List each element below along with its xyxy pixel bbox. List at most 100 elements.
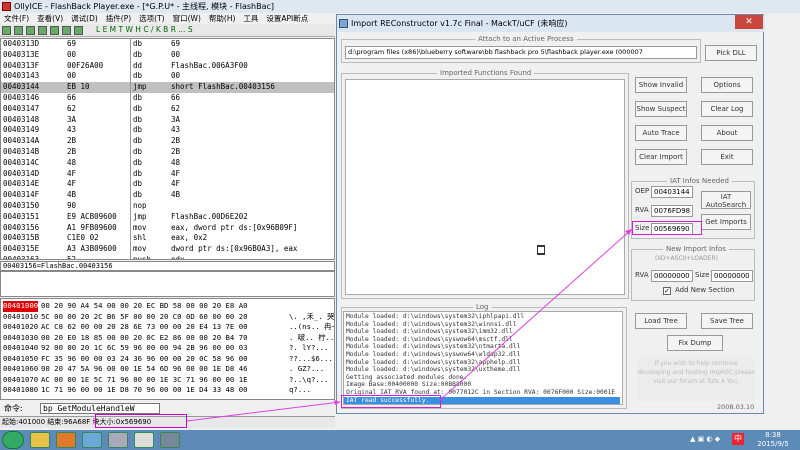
disasm-row[interactable]: 00403163 52 push edx (1, 255, 334, 260)
ime-indicator[interactable]: 中 (732, 433, 744, 445)
iat-autosearch-button[interactable]: IAT AutoSearch (701, 191, 751, 209)
ollyice-icon[interactable] (108, 432, 128, 448)
new-size-field[interactable]: 00000000 (711, 270, 753, 282)
disasm-row[interactable]: 0040314C 48 db 48 (1, 157, 334, 169)
process-select[interactable]: d:\program files (x86)\blueberry softwar… (345, 46, 697, 59)
hex-dump-pane[interactable]: 00401000 00 20 90 A4 54 00 00 20 EC BD 58… (0, 298, 335, 400)
disasm-row[interactable]: 0040314D 4F db 4F (1, 169, 334, 180)
dump-row[interactable]: 00401070 AC 00 00 1E 5C 71 96 00 00 1E 3C… (1, 375, 334, 386)
menu-item[interactable]: 插件(P) (102, 13, 135, 24)
add-new-section-checkbox[interactable]: ✓ (663, 287, 671, 295)
disasm-row[interactable]: 00403156 A1 9FB09600 mov eax, dword ptr ds:… (1, 223, 334, 234)
disasm-row[interactable]: 0040313E 00 db 00 (1, 50, 334, 61)
new-rva-field[interactable]: 00000000 (651, 270, 693, 282)
media-player-icon[interactable] (56, 432, 76, 448)
clock-time: 8:38 (765, 431, 781, 439)
menu-item[interactable]: 文件(F) (0, 13, 33, 24)
dump-bytes: 00 20 90 A4 54 00 00 20 EC BD 58 00 00 2… (41, 301, 248, 310)
pick-dll-button[interactable]: Pick DLL (705, 45, 757, 61)
dump-addr: 00401080 (3, 385, 39, 394)
disasm-arg: 66 (171, 93, 181, 102)
disasm-row[interactable]: 00403144 EB 10 jmp short FlashBac.00403156 (1, 82, 334, 93)
app-icon[interactable] (160, 432, 180, 448)
disasm-row[interactable]: 00403149 43 db 43 (1, 125, 334, 136)
fix-dump-button[interactable]: Fix Dump (667, 335, 723, 351)
folder-icon[interactable] (30, 432, 50, 448)
disasm-op: db (133, 103, 143, 113)
start-button[interactable] (2, 431, 24, 449)
dump-bytes: AC C8 62 00 00 20 28 6E 73 00 00 20 E4 1… (41, 322, 248, 331)
load-tree-button[interactable]: Load Tree (635, 313, 687, 329)
show-suspect-button[interactable]: Show Suspect (635, 101, 687, 117)
menu-item[interactable]: 工具 (239, 13, 262, 24)
imprec-icon[interactable] (134, 432, 154, 448)
oep-field[interactable]: 00403144 (651, 186, 693, 198)
disasm-row[interactable]: 0040314E 4F db 4F (1, 179, 334, 190)
disasm-row[interactable]: 0040315B C1E0 02 shl eax, 0x2 (1, 233, 334, 244)
clear-log-button[interactable]: Clear Log (701, 101, 753, 117)
options-button[interactable]: Options (701, 77, 753, 93)
step-over-icon[interactable] (38, 26, 47, 35)
disasm-row[interactable]: 0040313F 00F26A00 dd FlashBac.006A3F00 (1, 61, 334, 72)
disasm-row[interactable]: 0040313D 69 db 69 (1, 39, 334, 50)
disasm-row[interactable]: 00403143 00 db 00 (1, 71, 334, 82)
animate-icon[interactable] (62, 26, 71, 35)
dump-row[interactable]: 00401040 92 00 00 20 1C 6C 59 96 00 00 94… (1, 343, 334, 354)
menu-item[interactable]: 窗口(W) (169, 13, 205, 24)
disasm-hex: 52 (67, 255, 77, 260)
disasm-row[interactable]: 0040315E A3 A3B09600 mov dword ptr ds:[0x96… (1, 244, 334, 255)
log-list[interactable]: Module loaded: d:\windows\system32\iphlp… (343, 311, 623, 405)
disasm-row[interactable]: 00403147 62 db 62 (1, 103, 334, 115)
disasm-addr: 00403151 (3, 211, 40, 221)
window-shortcut-letters[interactable]: L E M T W H C / K B R ... S (96, 25, 193, 34)
pause-icon[interactable] (14, 26, 23, 35)
menu-item[interactable]: 选项(T) (135, 13, 168, 24)
play-icon[interactable] (2, 26, 11, 35)
attach-label: Attach to an Active Process (475, 35, 577, 43)
rva-field[interactable]: 0076FD98 (651, 205, 693, 217)
save-tree-button[interactable]: Save Tree (701, 313, 753, 329)
menu-item[interactable]: 查看(V) (33, 13, 67, 24)
dump-row[interactable]: 00401080 1C 71 96 00 00 1E D8 70 96 00 00… (1, 385, 334, 396)
dump-row[interactable]: 00401020 AC C8 62 00 00 20 28 6E 73 00 00… (1, 322, 334, 333)
disasm-arg: 2B (171, 136, 181, 146)
disasm-row[interactable]: 00403148 3A db 3A (1, 115, 334, 126)
disassembly-pane[interactable]: 0040313D 69 db 69 0040313E 00 db 00 0040313F 00F2… (0, 38, 335, 260)
dump-ascii: \. ,禾_. 哭`. (289, 311, 335, 321)
show-invalid-button[interactable]: Show Invalid (635, 77, 687, 93)
step-icon[interactable] (26, 26, 35, 35)
clear-imports-button[interactable]: Clear Import (635, 149, 687, 165)
dump-row[interactable]: 00401030 00 20 E0 18 85 00 00 20 0C E2 86… (1, 333, 334, 344)
menu-item[interactable]: 调试(D) (67, 13, 102, 24)
auto-trace-button[interactable]: Auto Trace (635, 125, 687, 141)
disasm-hex: 48 (67, 157, 77, 167)
menu-item[interactable]: 帮助(H) (205, 13, 240, 24)
dump-row[interactable]: 00401060 00 20 47 5A 96 00 00 1E 54 6D 96… (1, 364, 334, 375)
dump-row[interactable]: 00401000 00 20 90 A4 54 00 00 20 EC BD 58… (1, 301, 334, 312)
disasm-row[interactable]: 0040314B 2B db 2B (1, 147, 334, 158)
dump-bytes: FC 35 96 00 00 03 24 36 96 00 00 20 0C 5… (41, 353, 248, 363)
about-button[interactable]: About (701, 125, 753, 141)
disasm-row[interactable]: 00403151 E9 ACB09600 jmp FlashBac.00D6E202 (1, 211, 334, 223)
get-imports-button[interactable]: Get Imports (701, 214, 751, 230)
command-input[interactable]: bp GetModuleHandleW (40, 403, 160, 414)
disasm-row[interactable]: 0040314F 4B db 4B (1, 190, 334, 201)
disasm-row[interactable]: 00403146 66 db 66 (1, 93, 334, 104)
column-divider (130, 38, 131, 260)
dump-row[interactable]: 00401010 5C 00 00 20 2C B6 5F 00 00 20 C0… (1, 311, 335, 323)
imported-functions-tree[interactable] (345, 79, 625, 295)
trace-icon[interactable] (50, 26, 59, 35)
dump-ascii: . GZ?... (289, 364, 325, 373)
run-to-icon[interactable] (74, 26, 83, 35)
dump-row[interactable]: 00401050 FC 35 96 00 00 03 24 36 96 00 00… (1, 353, 334, 365)
menu-item[interactable]: 设置API断点 (262, 13, 312, 24)
network-icon[interactable] (82, 432, 102, 448)
disasm-row[interactable]: 0040314A 2B db 2B (1, 136, 334, 147)
new-size-label: Size (695, 271, 710, 279)
close-button[interactable]: ✕ (735, 15, 763, 29)
exit-button[interactable]: Exit (701, 149, 753, 165)
clock[interactable]: 8:38 2015/9/5 (746, 430, 800, 450)
disasm-arg: 2B (171, 147, 181, 156)
disasm-op: db (133, 147, 143, 156)
disasm-row[interactable]: 00403150 90 nop (1, 201, 334, 212)
